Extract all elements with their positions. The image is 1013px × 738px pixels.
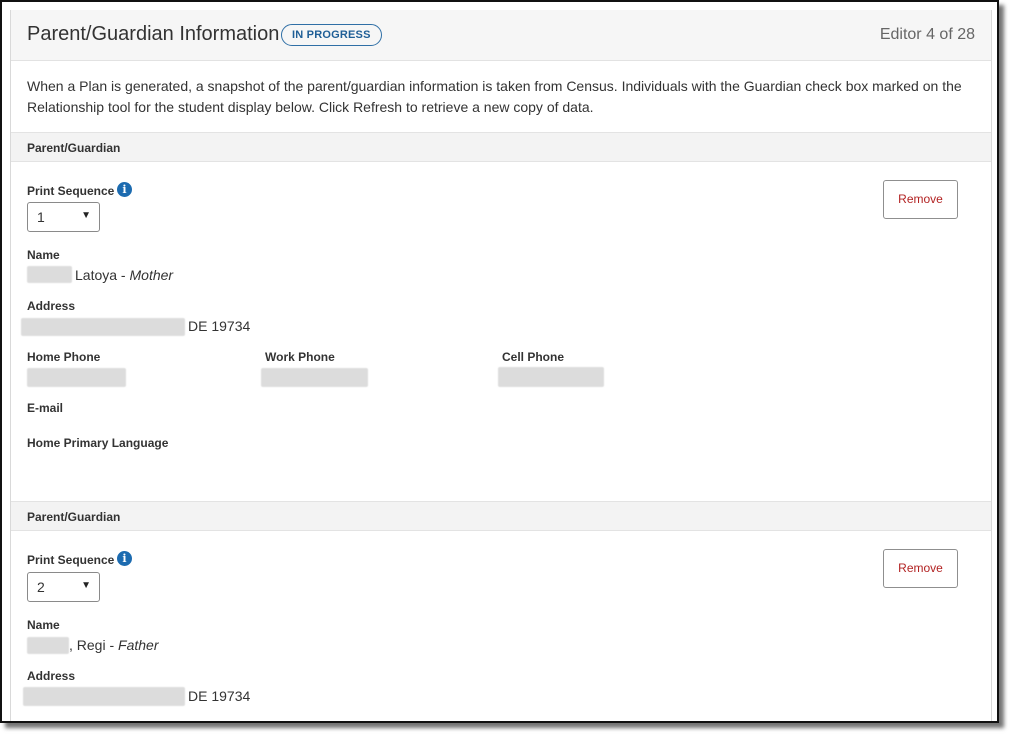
work-phone-label: Work Phone bbox=[265, 350, 335, 364]
chevron-down-icon: ▼ bbox=[81, 210, 91, 221]
redacted-address bbox=[23, 687, 185, 706]
redacted-name bbox=[27, 637, 69, 654]
name-label: Name bbox=[27, 248, 60, 262]
info-icon[interactable]: i bbox=[117, 182, 132, 197]
address-label: Address bbox=[27, 669, 76, 683]
page-title: Parent/Guardian Information bbox=[27, 23, 280, 45]
print-sequence-value: 1 bbox=[37, 209, 45, 225]
email-label: E-mail bbox=[27, 401, 64, 415]
editor-count: Editor 4 of 28 bbox=[879, 26, 975, 43]
home-phone-label: Home Phone bbox=[27, 350, 101, 364]
section-header-guardian-1: Parent/Guardian bbox=[11, 132, 991, 162]
chevron-down-icon: ▼ bbox=[81, 580, 91, 591]
print-sequence-label: Print Sequence bbox=[27, 553, 115, 567]
guardian-name: Latoya - Mother bbox=[75, 267, 174, 283]
redacted-address bbox=[21, 318, 185, 336]
remove-button[interactable]: Remove bbox=[883, 180, 958, 219]
redacted-home-phone bbox=[27, 368, 126, 387]
print-sequence-select[interactable]: 1 ▼ bbox=[27, 202, 100, 232]
address-value: DE 19734 bbox=[188, 688, 251, 704]
redacted-name bbox=[27, 266, 72, 283]
address-label: Address bbox=[27, 299, 76, 313]
redacted-cell-phone bbox=[498, 367, 604, 387]
editor-panel: Parent/Guardian Information IN PROGRESS … bbox=[10, 10, 992, 721]
window-frame: Parent/Guardian Information IN PROGRESS … bbox=[0, 0, 999, 723]
intro-text: When a Plan is generated, a snapshot of … bbox=[27, 78, 962, 115]
section-header-guardian-2: Parent/Guardian bbox=[11, 501, 991, 531]
info-icon[interactable]: i bbox=[117, 551, 132, 566]
name-label: Name bbox=[27, 618, 60, 632]
editor-header: Parent/Guardian Information IN PROGRESS … bbox=[11, 10, 991, 61]
guardian-name: , Regi - Father bbox=[69, 637, 159, 653]
home-language-label: Home Primary Language bbox=[27, 436, 169, 450]
status-badge: IN PROGRESS bbox=[281, 24, 382, 46]
print-sequence-value: 2 bbox=[37, 579, 45, 595]
remove-button[interactable]: Remove bbox=[883, 549, 958, 588]
cell-phone-label: Cell Phone bbox=[502, 350, 565, 364]
print-sequence-label: Print Sequence bbox=[27, 184, 115, 198]
print-sequence-select[interactable]: 2 ▼ bbox=[27, 572, 100, 602]
address-value: DE 19734 bbox=[188, 318, 251, 334]
redacted-work-phone bbox=[261, 368, 368, 387]
